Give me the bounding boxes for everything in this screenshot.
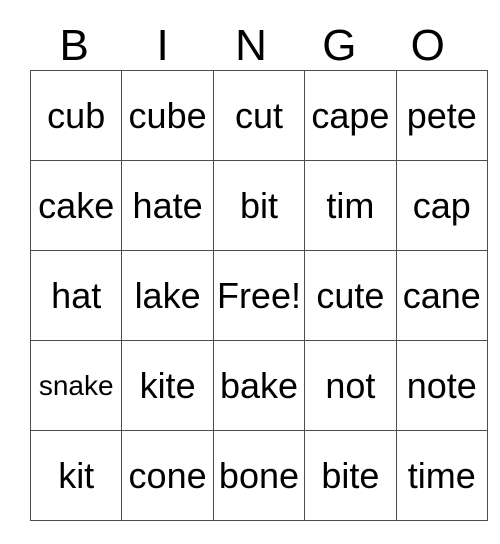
bingo-header-letter-b: B: [59, 21, 89, 70]
bingo-cell[interactable]: cube: [121, 70, 214, 161]
bingo-cell[interactable]: hate: [121, 160, 214, 251]
bingo-card: B I N G O cub cube cut cape pete cake ha…: [30, 14, 488, 521]
bingo-cell[interactable]: time: [396, 430, 488, 521]
bingo-cell[interactable]: bake: [213, 340, 306, 431]
bingo-cell[interactable]: cape: [304, 70, 397, 161]
bingo-cell[interactable]: cane: [396, 250, 488, 341]
bingo-grid: cub cube cut cape pete cake hate bit tim…: [30, 70, 488, 521]
bingo-cell[interactable]: cute: [304, 250, 397, 341]
bingo-cell[interactable]: tim: [304, 160, 397, 251]
bingo-cell[interactable]: cake: [30, 160, 123, 251]
bingo-cell[interactable]: cub: [30, 70, 123, 161]
bingo-row: cake hate bit tim cap: [30, 160, 488, 251]
bingo-header-row: B I N G O: [30, 14, 472, 70]
bingo-cell[interactable]: cone: [121, 430, 214, 521]
bingo-header-letter-i: I: [156, 21, 169, 70]
bingo-cell-free-space[interactable]: Free!: [213, 250, 306, 341]
bingo-header-letter-n: N: [235, 21, 267, 70]
bingo-cell[interactable]: bite: [304, 430, 397, 521]
bingo-cell[interactable]: cap: [396, 160, 488, 251]
bingo-cell[interactable]: bit: [213, 160, 306, 251]
bingo-cell[interactable]: cut: [213, 70, 306, 161]
bingo-cell[interactable]: pete: [396, 70, 488, 161]
bingo-cell[interactable]: kite: [121, 340, 214, 431]
bingo-header-letter-o: O: [410, 21, 445, 70]
bingo-cell[interactable]: not: [304, 340, 397, 431]
bingo-header-letter-g: G: [322, 21, 357, 70]
bingo-row: kit cone bone bite time: [30, 430, 488, 521]
bingo-cell[interactable]: kit: [30, 430, 123, 521]
bingo-cell[interactable]: lake: [121, 250, 214, 341]
bingo-cell[interactable]: bone: [213, 430, 306, 521]
bingo-row: hat lake Free! cute cane: [30, 250, 488, 341]
bingo-cell[interactable]: hat: [30, 250, 123, 341]
bingo-cell[interactable]: note: [396, 340, 488, 431]
bingo-row: cub cube cut cape pete: [30, 70, 488, 161]
bingo-row: snake kite bake not note: [30, 340, 488, 431]
bingo-cell[interactable]: snake: [30, 340, 123, 431]
